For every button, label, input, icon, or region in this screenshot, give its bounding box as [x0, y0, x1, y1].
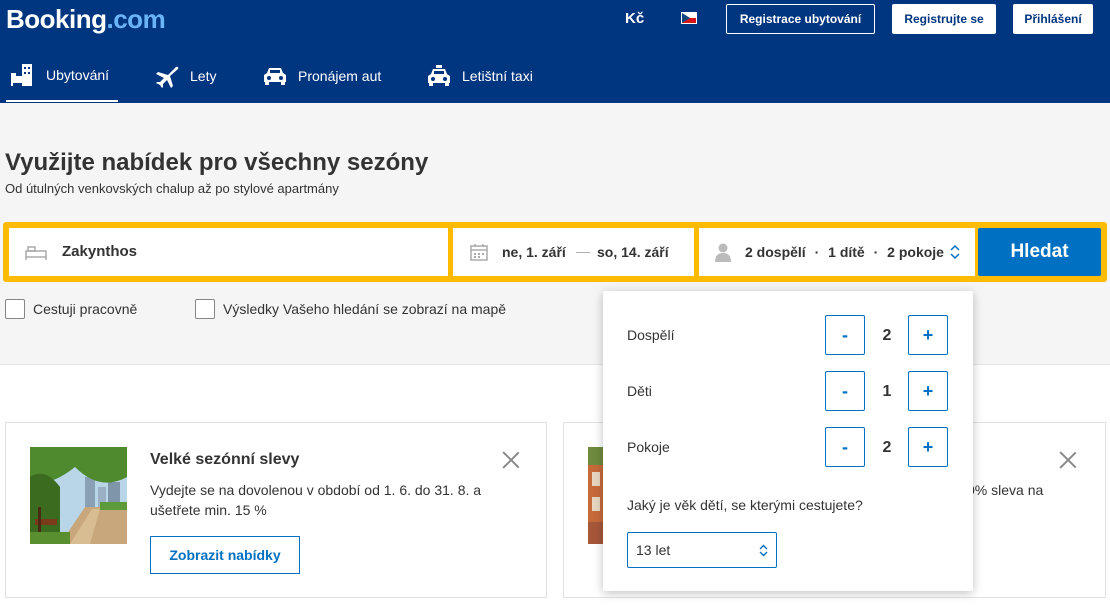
- business-travel-label: Cestuji pracovně: [33, 301, 138, 317]
- bed-building-icon: [10, 63, 36, 87]
- logo-main: Booking: [6, 4, 107, 34]
- register-button[interactable]: Registrujte se: [892, 4, 996, 34]
- product-nav: Ubytování Lety Pronájem aut Letištní tax…: [0, 50, 1110, 103]
- child-age-value: 13 let: [636, 542, 671, 558]
- guests-rooms: 2 pokoje: [887, 244, 944, 260]
- rooms-label: Pokoje: [627, 439, 670, 455]
- guests-summary[interactable]: 2 dospělí · 1 dítě · 2 pokoje: [745, 244, 944, 260]
- checkin-date[interactable]: ne, 1. září: [502, 244, 566, 260]
- deal-description: Vydejte se na dovolenou v období od 1. 6…: [150, 480, 481, 520]
- logo-tld: .com: [106, 4, 166, 34]
- dates-field[interactable]: ne, 1. září — so, 14. září: [453, 228, 694, 276]
- destination-field[interactable]: Zakynthos: [9, 228, 448, 276]
- adults-increase-button[interactable]: +: [908, 315, 948, 355]
- nav-label-airport-taxi: Letištní taxi: [462, 67, 533, 84]
- airplane-icon: [154, 64, 180, 88]
- rooms-value: 2: [882, 439, 892, 456]
- deal-text-line: ušetřete min. 15 %: [150, 502, 267, 518]
- guests-separator: ·: [873, 244, 879, 260]
- show-deals-button[interactable]: Zobrazit nabídky: [150, 536, 300, 574]
- rooms-increase-button[interactable]: +: [908, 427, 948, 467]
- checkout-date[interactable]: so, 14. září: [597, 244, 669, 260]
- nav-item-accommodation[interactable]: Ubytování: [6, 50, 118, 102]
- booking-logo[interactable]: Booking.com: [6, 4, 166, 35]
- destination-input[interactable]: Zakynthos: [62, 243, 137, 260]
- checkbox-box[interactable]: [5, 299, 25, 319]
- rooms-decrease-button[interactable]: -: [825, 427, 865, 467]
- nav-label-car-rental: Pronájem aut: [298, 67, 382, 84]
- show-on-map-label: Výsledky Vašeho hledání se zobrazí na ma…: [223, 301, 507, 317]
- adults-decrease-button[interactable]: -: [825, 315, 865, 355]
- taxi-icon: [426, 64, 452, 88]
- car-icon: [262, 64, 288, 88]
- date-separator: —: [576, 243, 590, 259]
- children-value: 1: [882, 383, 892, 400]
- deal-card: Velké sezónní slevy Vydejte se na dovole…: [5, 422, 547, 598]
- nav-item-flights[interactable]: Lety: [154, 50, 216, 101]
- page-title: Využijte nabídek pro všechny sezóny: [5, 149, 429, 176]
- children-label: Děti: [627, 383, 652, 399]
- currency-selector[interactable]: Kč: [625, 10, 644, 27]
- person-icon: [714, 243, 732, 267]
- child-age-question: Jaký je věk dětí, se kterými cestujete?: [627, 497, 863, 513]
- close-icon[interactable]: [1059, 451, 1077, 469]
- occupancy-popover: Dospělí - 2 + Děti - 1 + Pokoje - 2 + Ja…: [603, 291, 973, 591]
- chevron-updown-icon: [759, 544, 768, 560]
- nav-item-car-rental[interactable]: Pronájem aut: [262, 50, 381, 101]
- chevron-updown-icon: [950, 244, 960, 264]
- login-button[interactable]: Přihlášení: [1013, 4, 1093, 34]
- top-header: Booking.com Kč Registrace ubytování Regi…: [0, 0, 1110, 103]
- show-on-map-checkbox[interactable]: Výsledky Vašeho hledání se zobrazí na ma…: [195, 299, 506, 319]
- child-age-select[interactable]: 13 let: [627, 532, 777, 568]
- business-travel-checkbox[interactable]: Cestuji pracovně: [5, 299, 137, 319]
- adults-value: 2: [882, 327, 892, 344]
- czech-flag-icon[interactable]: [681, 12, 697, 24]
- calendar-icon: [470, 243, 488, 266]
- guests-adults: 2 dospělí: [745, 244, 806, 260]
- children-increase-button[interactable]: +: [908, 371, 948, 411]
- search-bar: Zakynthos ne, 1. září — so, 14. září 2 d…: [3, 222, 1107, 282]
- nav-label-accommodation: Ubytování: [46, 67, 110, 83]
- guests-field[interactable]: 2 dospělí · 1 dítě · 2 pokoje: [699, 228, 975, 276]
- checkbox-box[interactable]: [195, 299, 215, 319]
- guests-children: 1 dítě: [828, 244, 865, 260]
- page-subtitle: Od útulných venkovských chalup až po sty…: [5, 181, 339, 196]
- bed-icon: [25, 244, 47, 265]
- adults-label: Dospělí: [627, 327, 675, 343]
- search-button[interactable]: Hledat: [978, 228, 1101, 276]
- nav-item-airport-taxi[interactable]: Letištní taxi: [426, 50, 533, 101]
- deal-description: 0% sleva na: [967, 482, 1044, 498]
- deal-text-line: Vydejte se na dovolenou v období od 1. 6…: [150, 482, 482, 498]
- nav-label-flights: Lety: [190, 67, 217, 84]
- children-decrease-button[interactable]: -: [825, 371, 865, 411]
- deal-title: Velké sezónní slevy: [150, 451, 300, 468]
- park-image: [30, 447, 127, 544]
- register-property-button[interactable]: Registrace ubytování: [726, 4, 875, 34]
- guests-separator: ·: [814, 244, 820, 260]
- close-icon[interactable]: [502, 451, 520, 469]
